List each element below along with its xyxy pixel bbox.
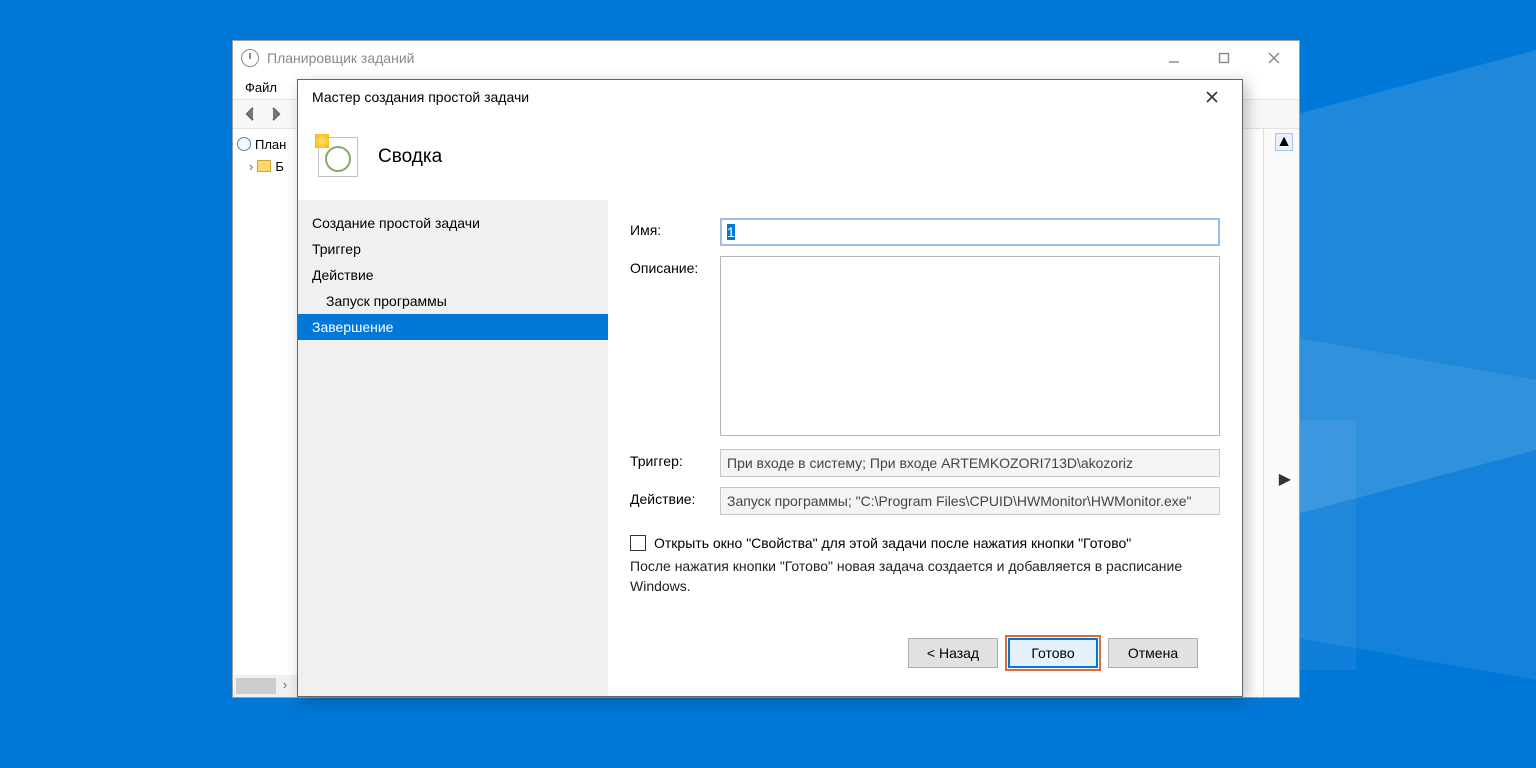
folder-icon [257, 160, 271, 172]
tree-child[interactable]: › Б [233, 155, 298, 177]
title-bar: Планировщик заданий [233, 41, 1299, 75]
wizard-close-button[interactable] [1190, 83, 1234, 111]
tree-root[interactable]: План [233, 133, 298, 155]
action-value: Запуск программы; "C:\Program Files\CPUI… [720, 487, 1220, 515]
close-button[interactable] [1249, 41, 1299, 75]
wizard-header: Сводка [298, 114, 1242, 200]
wizard-steps: Создание простой задачи Триггер Действие… [298, 200, 608, 696]
wizard-heading-icon [318, 137, 358, 177]
app-title: Планировщик заданий [267, 50, 414, 66]
tree-pane: План › Б › [233, 129, 299, 697]
trigger-value: При входе в систему; При входе ARTEMKOZO… [720, 449, 1220, 477]
back-button[interactable]: < Назад [908, 638, 998, 668]
actions-pane: ▲ ▶ [1263, 129, 1299, 697]
finish-info-text: После нажатия кнопки "Готово" новая зада… [630, 557, 1220, 596]
create-basic-task-wizard: Мастер создания простой задачи Сводка Со… [297, 79, 1243, 697]
wizard-main: Имя: Описание: Триггер: При входе в сист… [608, 200, 1242, 696]
wizard-titlebar: Мастер создания простой задачи [298, 80, 1242, 114]
horizontal-scrollbar[interactable]: › [233, 675, 299, 697]
step-create-basic-task[interactable]: Создание простой задачи [298, 210, 608, 236]
collapse-arrow-icon[interactable]: ▲ [1275, 133, 1293, 151]
forward-arrow-icon[interactable] [265, 104, 285, 124]
step-action[interactable]: Действие [298, 262, 608, 288]
back-arrow-icon[interactable] [241, 104, 261, 124]
wizard-title: Мастер создания простой задачи [312, 89, 529, 105]
finish-button[interactable]: Готово [1008, 638, 1098, 668]
step-finish[interactable]: Завершение [298, 314, 608, 340]
open-properties-label: Открыть окно "Свойства" для этой задачи … [654, 535, 1131, 551]
label-action: Действие: [630, 487, 720, 507]
expand-arrow-icon[interactable]: ▶ [1279, 469, 1291, 489]
description-textarea[interactable] [720, 256, 1220, 436]
step-trigger[interactable]: Триггер [298, 236, 608, 262]
scheduler-root-icon [237, 137, 251, 151]
maximize-button[interactable] [1199, 41, 1249, 75]
app-icon [241, 49, 259, 67]
open-properties-checkbox[interactable] [630, 535, 646, 551]
step-start-program[interactable]: Запуск программы [298, 288, 608, 314]
menu-file[interactable]: Файл [245, 80, 277, 95]
minimize-button[interactable] [1149, 41, 1199, 75]
wizard-heading: Сводка [378, 146, 442, 168]
cancel-button[interactable]: Отмена [1108, 638, 1198, 668]
label-name: Имя: [630, 218, 720, 238]
label-trigger: Триггер: [630, 449, 720, 469]
label-description: Описание: [630, 256, 720, 276]
name-input[interactable] [720, 218, 1220, 246]
